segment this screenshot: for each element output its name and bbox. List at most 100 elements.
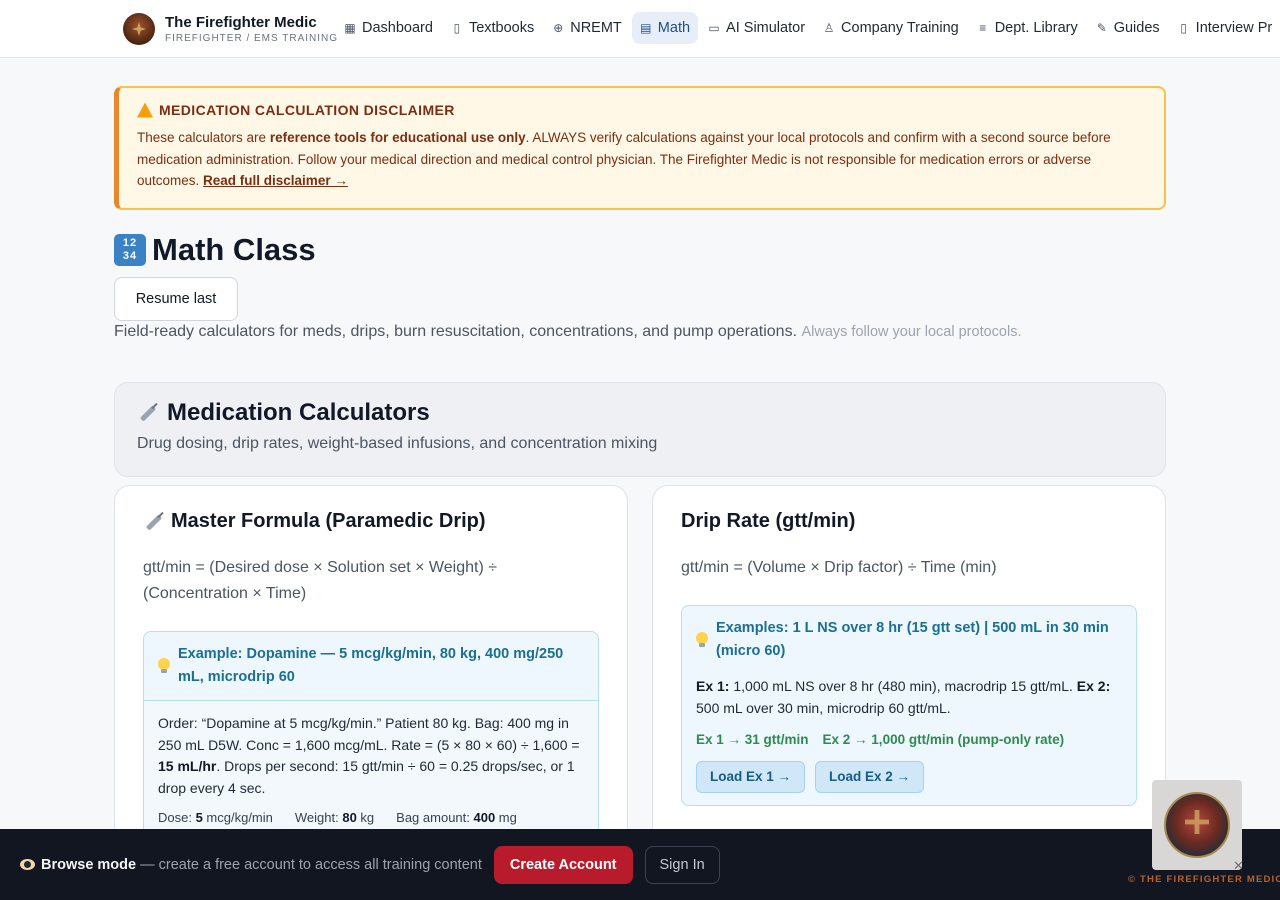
example-text: Ex 1: 1,000 mL NS over 8 hr (480 min), m… xyxy=(696,676,1122,719)
ex1-label: Ex 1: xyxy=(696,678,730,694)
warning-icon xyxy=(137,102,153,118)
nav-item-company-training[interactable]: ♙ Company Training xyxy=(815,12,967,44)
load-ex1-button[interactable]: Load Ex 1 → xyxy=(696,760,806,793)
formula: gtt/min = (Desired dose × Solution set ×… xyxy=(143,559,497,602)
result-ex1: Ex 1 → 31 gtt/min xyxy=(696,732,809,747)
section-title: Medication Calculators xyxy=(137,399,1143,427)
card-title: Drip Rate (gtt/min) xyxy=(681,510,1137,533)
nav-item-label: AI Simulator xyxy=(726,20,806,36)
nav-item-label: NREMT xyxy=(570,20,622,36)
resume-last-button[interactable]: Resume last xyxy=(114,277,238,321)
example-title: Examples: 1 L NS over 8 hr (15 gtt set) … xyxy=(716,620,1109,659)
example-text: Order: “Dopamine at 5 mcg/kg/min.” Patie… xyxy=(158,713,584,799)
disclaimer-text-bold: reference tools for educational use only xyxy=(269,130,526,145)
disclaimer-text-1: These calculators are xyxy=(137,130,270,145)
example-fields: Dose: 5 mcg/kg/min Weight: 80 kg Bag amo… xyxy=(158,807,584,829)
floating-badge[interactable] xyxy=(1152,780,1242,870)
example-body: Order: “Dopamine at 5 mcg/kg/min.” Patie… xyxy=(144,700,598,841)
user-icon: ♙ xyxy=(823,21,835,35)
field-value: 400 xyxy=(473,810,496,825)
calculator-icon: ▤ xyxy=(640,21,652,35)
formula: gtt/min = (Volume × Drip factor) ÷ Time … xyxy=(681,559,997,576)
syringe-icon xyxy=(137,402,159,424)
nav-item-interview-prep[interactable]: ▯ Interview Pr xyxy=(1170,12,1280,44)
field-dose: Dose: 5 mcg/kg/min xyxy=(158,807,273,829)
example-panel: Examples: 1 L NS over 8 hr (15 gtt set) … xyxy=(681,605,1137,806)
video-icon: ▭ xyxy=(708,21,720,35)
browse-mode-bold: Browse mode xyxy=(41,856,137,873)
numbers-icon: 12 34 xyxy=(114,234,146,266)
pen-icon: ✎ xyxy=(1096,21,1107,35)
disclaimer-title: MEDICATION CALCULATION DISCLAIMER xyxy=(137,102,1144,118)
load-ex2-button[interactable]: Load Ex 2 → xyxy=(815,760,925,793)
sign-in-button[interactable]: Sign In xyxy=(644,845,720,884)
example-toggle[interactable]: Example: Dopamine — 5 mcg/kg/min, 80 kg,… xyxy=(144,632,598,700)
field-value: 5 xyxy=(195,810,203,825)
close-icon[interactable]: ✕ xyxy=(1233,858,1244,874)
nav-links: ▦ Dashboard ▯ Textbooks ⊕ NREMT ▤ Math ▭ AI S… xyxy=(336,12,1280,44)
field-label: Bag amount: xyxy=(396,810,474,825)
nav-item-label: Dashboard xyxy=(362,20,433,36)
clipboard-icon: ▯ xyxy=(1180,21,1187,35)
brand-title: The Firefighter Medic xyxy=(165,13,317,31)
nav-item-guides[interactable]: ✎ Guides xyxy=(1088,12,1168,44)
page-lead-muted: Always follow your local protocols. xyxy=(801,324,1022,340)
syringe-icon xyxy=(143,511,165,533)
brand-text: The Firefighter Medic FIREFIGHTER / EMS … xyxy=(165,14,338,45)
nav-item-dept-library[interactable]: ≡ Dept. Library xyxy=(969,12,1086,44)
lightbulb-icon xyxy=(158,658,170,674)
firefighter-medic-logo xyxy=(123,13,155,45)
field-value: 80 xyxy=(342,810,357,825)
brand[interactable]: The Firefighter Medic FIREFIGHTER / EMS … xyxy=(123,13,338,45)
field-unit: kg xyxy=(356,810,375,825)
field-label: Dose: xyxy=(158,810,196,825)
nav-item-nremt[interactable]: ⊕ NREMT xyxy=(544,12,630,44)
read-full-disclaimer-link[interactable]: Read full disclaimer → xyxy=(203,173,348,188)
nav-item-ai-simulator[interactable]: ▭ AI Simulator xyxy=(700,12,813,44)
medication-disclaimer: MEDICATION CALCULATION DISCLAIMER These … xyxy=(114,86,1166,210)
grid-icon: ▦ xyxy=(344,21,356,35)
globe-icon: ⊕ xyxy=(553,21,564,35)
nav-item-label: Guides xyxy=(1113,20,1160,36)
ex1-text: 1,000 mL NS over 8 hr (480 min), macrodr… xyxy=(729,678,1077,694)
field-bag-amount: Bag amount: 400 mg xyxy=(396,807,517,829)
disclaimer-body: These calculators are reference tools fo… xyxy=(137,127,1144,192)
book-icon: ▯ xyxy=(453,21,461,35)
nav-item-label: Company Training xyxy=(841,20,959,36)
page-title-text: Math Class xyxy=(152,232,316,267)
section-title-text: Medication Calculators xyxy=(167,399,430,426)
example-text-2: . Drops per second: 15 gtt/min ÷ 60 = 0.… xyxy=(158,758,575,796)
load-buttons: Load Ex 1 → Load Ex 2 → xyxy=(696,760,1122,793)
browse-mode-bar: Browse mode — create a free account to a… xyxy=(0,829,1280,900)
nav-item-dashboard[interactable]: ▦ Dashboard xyxy=(336,12,441,44)
numbers-icon-row-2: 34 xyxy=(122,250,138,262)
result-ex2: Ex 2 → 1,000 gtt/min (pump-only rate) xyxy=(822,732,1065,747)
nav-item-math[interactable]: ▤ Math xyxy=(631,12,699,44)
nav-item-label: Math xyxy=(657,20,691,36)
medication-calculators-header: Medication Calculators Drug dosing, drip… xyxy=(114,382,1166,477)
page-title: 12 34 Math Class xyxy=(114,232,316,268)
nav-item-label: Textbooks xyxy=(468,20,535,36)
nav-item-label: Interview Pr xyxy=(1195,20,1273,36)
browse-mode-text: Browse mode — create a free account to a… xyxy=(41,857,482,873)
top-nav: The Firefighter Medic FIREFIGHTER / EMS … xyxy=(0,0,1280,58)
example-title: Example: Dopamine — 5 mcg/kg/min, 80 kg,… xyxy=(178,646,564,685)
field-weight: Weight: 80 kg xyxy=(295,807,374,829)
page-lead-text: Field-ready calculators for meds, drips,… xyxy=(114,323,798,340)
card-title-text: Master Formula (Paramedic Drip) xyxy=(171,510,486,532)
nav-item-textbooks[interactable]: ▯ Textbooks xyxy=(443,12,542,44)
card-title-text: Drip Rate (gtt/min) xyxy=(681,510,856,532)
browse-mode-desc: — create a free account to access all tr… xyxy=(136,856,482,873)
card-title: Master Formula (Paramedic Drip) xyxy=(143,510,599,533)
create-account-button[interactable]: Create Account xyxy=(493,845,633,884)
field-label: Weight: xyxy=(294,810,343,825)
field-unit: mcg/kg/min xyxy=(202,810,273,825)
example-results: Ex 1 → 31 gtt/min Ex 2 → 1,000 gtt/min (… xyxy=(696,729,1122,751)
eye-icon xyxy=(20,859,35,870)
field-unit: mg xyxy=(495,810,517,825)
example-toggle[interactable]: Examples: 1 L NS over 8 hr (15 gtt set) … xyxy=(682,606,1136,674)
numbers-icon-row-1: 12 xyxy=(122,237,138,249)
nav-item-label: Dept. Library xyxy=(994,20,1078,36)
firefighter-medic-emblem xyxy=(1164,792,1230,858)
list-icon: ≡ xyxy=(979,21,987,35)
